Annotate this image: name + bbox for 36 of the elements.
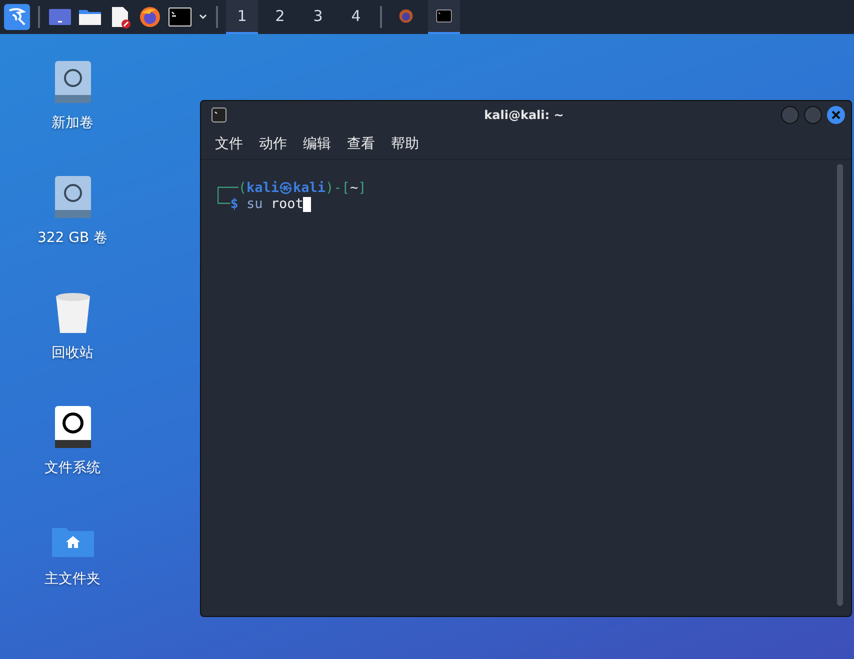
workspace-tab[interactable]: 2 — [264, 0, 296, 34]
menu-item[interactable]: 动作 — [259, 135, 287, 153]
terminal-text: )-[ — [326, 180, 350, 196]
desktop-icon-label[interactable]: 主文件夹 — [44, 570, 100, 588]
window-title: kali@kali: ~ — [483, 108, 564, 122]
terminal-text: └─ — [214, 196, 230, 212]
menu-item[interactable]: 编辑 — [303, 135, 331, 153]
terminal-text: ~ — [350, 180, 358, 196]
dragon-menu-icon[interactable] — [4, 4, 30, 30]
terminal-text: ] — [358, 180, 366, 196]
terminal-text: kali㉿kali — [246, 180, 326, 196]
terminal-icon — [436, 8, 452, 24]
close-icon[interactable] — [826, 106, 845, 124]
menu-item[interactable]: 文件 — [215, 135, 243, 153]
scrollbar[interactable] — [837, 164, 843, 606]
terminal-text: root — [270, 196, 304, 212]
terminal-task-button[interactable] — [428, 0, 460, 34]
browser-icon[interactable] — [138, 5, 162, 29]
menu-item[interactable]: 帮助 — [391, 135, 419, 153]
desktop-icon-label[interactable]: 回收站 — [52, 344, 94, 362]
terminal-icon[interactable] — [168, 5, 192, 29]
browser-icon — [398, 8, 414, 24]
workspace-tab[interactable]: 4 — [340, 0, 372, 34]
workspace-tab[interactable]: 1 — [226, 0, 258, 34]
drive-icon[interactable] — [52, 405, 92, 449]
caret-icon[interactable] — [198, 12, 208, 22]
menu-item[interactable]: 查看 — [347, 135, 375, 153]
desktop-icon-label[interactable]: 文件系统 — [44, 459, 100, 477]
terminal-text: ┌──( — [214, 180, 247, 196]
desktop-icon-label[interactable]: 新加卷 — [52, 114, 94, 132]
terminal-text: su — [246, 196, 263, 212]
terminal-icon — [211, 107, 227, 123]
text-cursor — [303, 196, 312, 212]
workspace-tab[interactable]: 3 — [302, 0, 334, 34]
desktop-icon-label[interactable]: 322 GB 卷 — [37, 229, 108, 247]
terminal-text: $ — [230, 196, 238, 212]
